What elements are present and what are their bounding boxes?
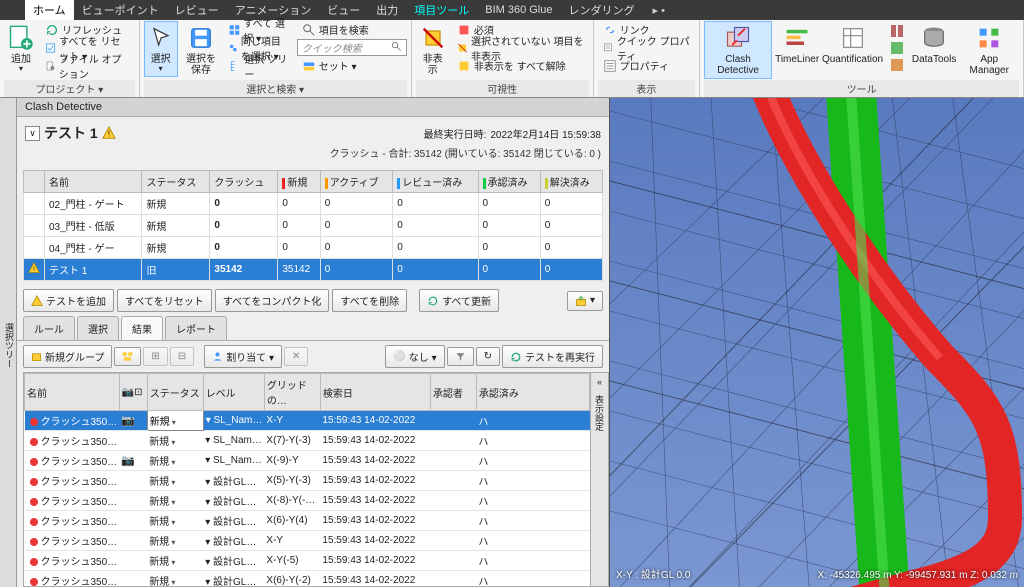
group-display-label: 表示	[598, 80, 695, 97]
save-selection-button[interactable]: 選択を保存	[180, 21, 223, 79]
subtab[interactable]: 結果	[121, 316, 163, 340]
import-export-button[interactable]: ▾	[567, 291, 603, 311]
result-row[interactable]: クラッシュ350… 📷 新規 ▾ SL_Nam… X-Y 15:59:43 14…	[25, 411, 590, 431]
selection-tree-button[interactable]: 選択 ツリー	[224, 57, 294, 74]
filter-none-button[interactable]: ⚪ なし ▾	[385, 345, 444, 368]
svg-text:!: !	[108, 130, 110, 139]
subtab[interactable]: ルール	[23, 316, 75, 340]
app-manager-button[interactable]: App Manager	[959, 21, 1019, 79]
group-tools-label: ツール	[704, 80, 1019, 97]
new-group-button[interactable]: 新規グループ	[23, 345, 112, 368]
find-items-button[interactable]: 項目を検索	[297, 21, 407, 38]
hud-coordinates: X: -45326.495 m Y: -99457.931 m Z: 0.032…	[818, 570, 1019, 581]
test-row[interactable]: 03_門柱 - 低版新規000000	[24, 215, 603, 237]
menu-tab[interactable]: BIM 360 Glue	[477, 1, 560, 19]
select-button[interactable]: 選択▾	[144, 21, 178, 77]
quick-find-input[interactable]: クイック検索	[297, 39, 407, 56]
reset-all-button[interactable]: すべてをリセット	[117, 289, 212, 312]
compact-all-button[interactable]: すべてをコンパクト化	[215, 289, 330, 312]
menu-tab[interactable]: ビューポイント	[74, 0, 167, 21]
subtab[interactable]: 選択	[77, 316, 119, 340]
group-button[interactable]	[114, 347, 141, 366]
results-table: 名前 📷⊡ ステータス レベル グリッドの… 検索日 承認者 承認済み クラッシ…	[24, 373, 590, 587]
append-button[interactable]: 追加▾	[4, 21, 38, 77]
quick-properties-button[interactable]: クイック プロパティ	[598, 39, 695, 56]
display-settings-sidebar[interactable]: « 表示設定	[591, 372, 609, 587]
menu-tab[interactable]: 項目ツール	[406, 0, 477, 21]
properties-button[interactable]: プロパティ	[598, 57, 695, 74]
result-row[interactable]: クラッシュ350… 新規 ▾ 設計GL… X-Y(-5) 15:59:43 14…	[25, 551, 590, 571]
add-test-button[interactable]: テストを追加	[23, 289, 114, 312]
chevron-left-icon: «	[597, 377, 602, 387]
test-name: テスト 1	[44, 123, 98, 143]
group-visibility-label: 可視性	[416, 80, 589, 97]
result-row[interactable]: クラッシュ350… 新規 ▾ 設計GL… X-Y 15:59:43 14-02-…	[25, 531, 590, 551]
menu-tabs: ホームビューポイントレビューアニメーションビュー出力項目ツールBIM 360 G…	[0, 0, 1024, 20]
clash-detective-button[interactable]: Clash Detective	[704, 21, 772, 79]
last-run-value: 2022年2月14日 15:59:38	[490, 126, 601, 141]
test-row[interactable]: 04_門柱 - ゲー新規000000	[24, 237, 603, 259]
quantification-button[interactable]: Quantification	[822, 21, 882, 68]
menu-tab[interactable]: ホーム	[25, 0, 74, 21]
unhide-all-button[interactable]: 非表示を すべて解除	[452, 57, 589, 74]
group-project-label: プロジェクト ▾	[4, 80, 135, 97]
file-options-button[interactable]: ファイル オプション	[40, 57, 135, 74]
panel-subtabs: ルール選択結果レポート	[17, 316, 609, 341]
sets-button[interactable]: セット ▾	[297, 57, 407, 74]
menu-tab[interactable]: 出力	[368, 0, 406, 21]
camera-column[interactable]: 📷⊡	[119, 374, 147, 411]
panel-title: Clash Detective	[17, 98, 609, 117]
ungroup-button[interactable]: ⊞	[143, 347, 167, 366]
group-select-label: 選択と検索 ▾	[144, 80, 407, 97]
test-row[interactable]: ! テスト 1旧35142351420000	[24, 259, 603, 281]
result-row[interactable]: クラッシュ350… 新規 ▾ 設計GL… X(-8)-Y(-… 15:59:43…	[25, 491, 590, 511]
result-row[interactable]: クラッシュ350… 新規 ▾ 設計GL… X(6)-Y(-2) 15:59:43…	[25, 571, 590, 587]
rerun-test-button[interactable]: テストを再実行	[502, 345, 603, 368]
clash-detective-panel: Clash Detective ∨ テスト 1 ! 最終実行日時: 2022年2…	[17, 98, 610, 587]
timeliner-button[interactable]: TimeLiner	[774, 21, 820, 68]
assign-button[interactable]: 割り当て ▾	[204, 345, 282, 368]
update-all-button[interactable]: すべて更新	[419, 289, 499, 312]
menu-tab[interactable]: レンダリング	[561, 0, 643, 21]
reset-filter-button[interactable]: ↻	[476, 347, 500, 366]
unassign-button[interactable]: ✕	[284, 347, 308, 366]
menu-extra-icon[interactable]: ▸ •	[653, 4, 665, 17]
test-row[interactable]: 02_門柱 - ゲート新規000000	[24, 193, 603, 215]
tests-table: 名前 ステータス クラッシュ 新規 アクティブ レビュー済み 承認済み 解決済み…	[23, 170, 603, 281]
hud-grid-label: X-Y : 設計GL 0.0	[616, 566, 690, 581]
menu-tab[interactable]: レビュー	[167, 0, 227, 21]
result-row[interactable]: クラッシュ350… 新規 ▾ 設計GL… X(6)-Y(4) 15:59:43 …	[25, 511, 590, 531]
warning-icon: !	[102, 126, 116, 140]
result-row[interactable]: クラッシュ350… 新規 ▾ SL_Nam… X(7)-Y(-3) 15:59:…	[25, 431, 590, 451]
subtab[interactable]: レポート	[165, 316, 227, 340]
clash-summary-text: クラッシュ - 合計: 35142 (開いている: 35142 閉じている: 0…	[25, 145, 601, 160]
filter-button[interactable]	[447, 347, 474, 366]
menu-tab[interactable]: ビュー	[319, 0, 368, 21]
result-row[interactable]: クラッシュ350… 📷 新規 ▾ SL_Nam… X(-9)-Y 15:59:4…	[25, 451, 590, 471]
hide-button[interactable]: 非表示	[416, 21, 450, 79]
hide-unselected-button[interactable]: 選択されていない 項目を非表示	[452, 39, 589, 56]
3d-viewport[interactable]: X-Y : 設計GL 0.0 X: -45326.495 m Y: -99457…	[610, 98, 1024, 587]
result-row[interactable]: クラッシュ350… 新規 ▾ 設計GL… X(5)-Y(-3) 15:59:43…	[25, 471, 590, 491]
collapse-button[interactable]: ∨	[25, 126, 40, 141]
explode-button[interactable]: ⊟	[170, 347, 194, 366]
datatools-button[interactable]: DataTools	[911, 21, 958, 68]
delete-all-button[interactable]: すべてを削除	[332, 289, 407, 312]
selection-tree-tab[interactable]: 選択ツリー	[0, 98, 17, 587]
last-run-label: 最終実行日時:	[424, 126, 487, 141]
ribbon: 追加▾ リフレッシュ すべてを リセット ▾ ファイル オプション プロジェクト…	[0, 20, 1024, 98]
